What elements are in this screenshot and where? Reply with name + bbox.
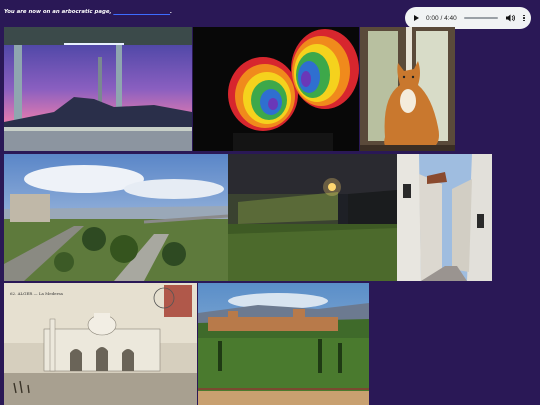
intro-label: You are now on an arbocratic page, <box>4 9 112 15</box>
intro-link[interactable]: _____________________ <box>113 9 170 15</box>
playback-time: 0:00 / 4:40 <box>426 14 457 22</box>
more-options-icon[interactable] <box>523 14 525 22</box>
intro-text: You are now on an arbocratic page, _____… <box>4 9 172 15</box>
intro-period: . <box>170 9 173 15</box>
play-icon[interactable] <box>414 15 419 21</box>
vintage-postcard-mosque-photo[interactable]: 62. ALGER — La Medersa <box>4 283 197 405</box>
alhambra-panorama-photo[interactable] <box>198 283 369 405</box>
seek-bar[interactable] <box>463 17 499 19</box>
rainbow-crochet-balls-photo[interactable] <box>193 27 359 151</box>
river-valley-highway-photo[interactable] <box>4 154 228 281</box>
train-station-sunset-photo[interactable] <box>4 27 192 151</box>
night-train-field-photo[interactable] <box>228 154 397 281</box>
audio-player[interactable]: 0:00 / 4:40 <box>405 7 531 29</box>
postcard-caption: 62. ALGER — La Medersa <box>10 291 64 296</box>
whitewashed-village-street-photo[interactable] <box>397 154 492 281</box>
orange-cat-window-photo[interactable] <box>360 27 455 151</box>
volume-icon[interactable] <box>506 14 516 22</box>
